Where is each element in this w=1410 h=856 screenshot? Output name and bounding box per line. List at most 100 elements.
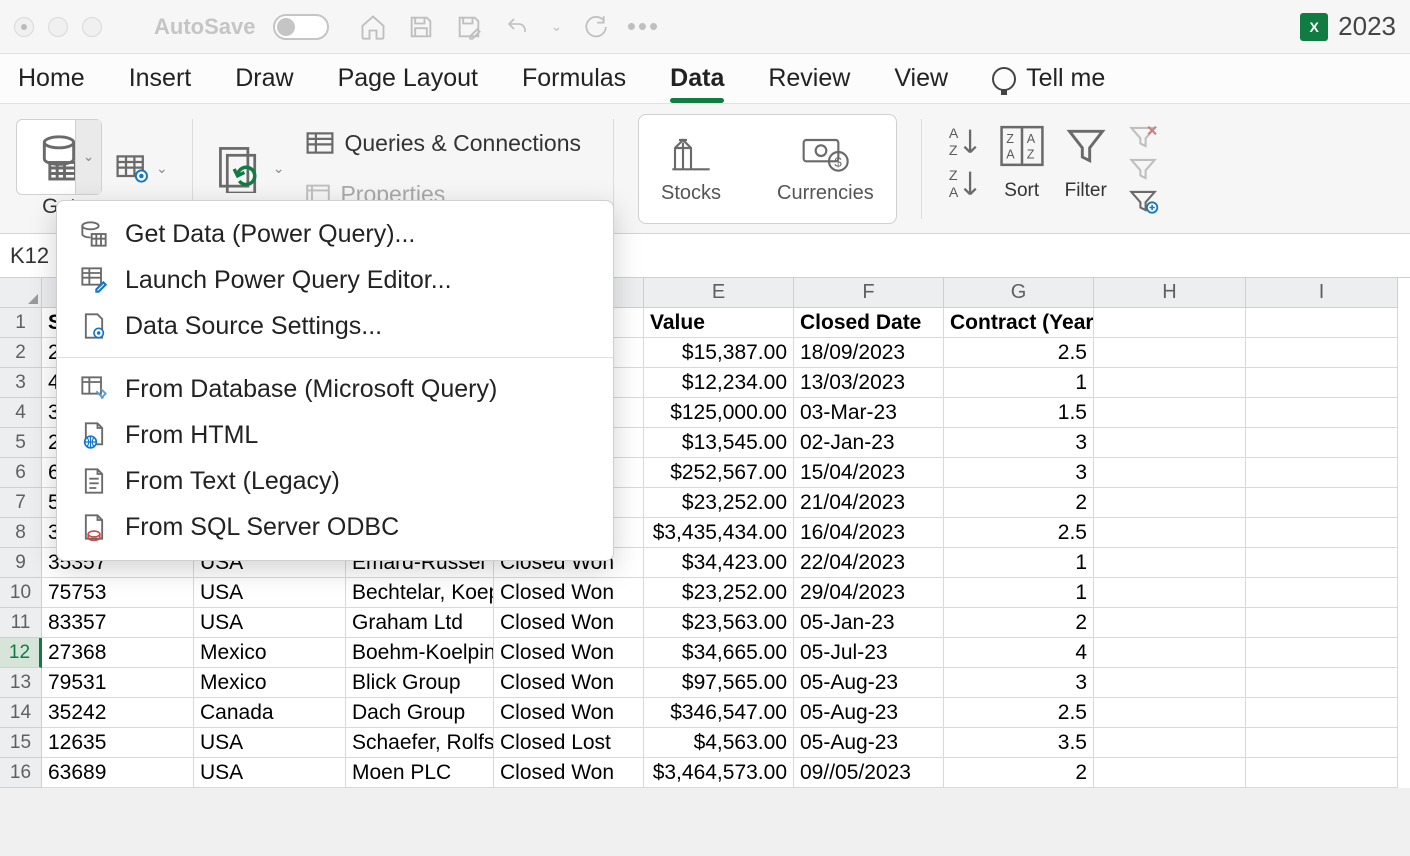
cell[interactable]: 09//05/2023 — [794, 758, 944, 788]
cell[interactable]: 05-Jan-23 — [794, 608, 944, 638]
minimize-window-button[interactable] — [48, 17, 68, 37]
row-header[interactable]: 7 — [0, 488, 42, 518]
cell[interactable]: 63689 — [42, 758, 194, 788]
cell[interactable]: 03-Mar-23 — [794, 398, 944, 428]
menu-from-text-legacy[interactable]: From Text (Legacy) — [57, 458, 613, 504]
column-header[interactable]: F — [794, 278, 944, 308]
save-edit-icon[interactable] — [451, 9, 487, 45]
select-all-corner[interactable] — [0, 278, 42, 308]
cell[interactable] — [1094, 398, 1246, 428]
cell[interactable] — [1094, 668, 1246, 698]
cell[interactable]: 05-Jul-23 — [794, 638, 944, 668]
cell[interactable]: 83357 — [42, 608, 194, 638]
row-header[interactable]: 4 — [0, 398, 42, 428]
row-header[interactable]: 13 — [0, 668, 42, 698]
menu-from-sql-server-odbc[interactable]: From SQL Server ODBC — [57, 504, 613, 550]
cell[interactable] — [1246, 368, 1398, 398]
cell[interactable]: $3,435,434.00 — [644, 518, 794, 548]
cell[interactable]: 22/04/2023 — [794, 548, 944, 578]
sort-button[interactable]: ZAAZ — [998, 124, 1046, 168]
cell[interactable]: 2.5 — [944, 518, 1094, 548]
tab-view[interactable]: View — [894, 64, 948, 93]
cell[interactable]: USA — [194, 728, 346, 758]
cell[interactable]: 75753 — [42, 578, 194, 608]
from-picture-button[interactable]: ⌄ — [116, 155, 168, 183]
cell[interactable]: 1 — [944, 368, 1094, 398]
cell[interactable] — [1094, 308, 1246, 338]
cell[interactable] — [1094, 728, 1246, 758]
cell[interactable]: Closed Won — [494, 608, 644, 638]
cell[interactable]: $23,252.00 — [644, 488, 794, 518]
cell[interactable] — [1246, 428, 1398, 458]
cell[interactable]: 05-Aug-23 — [794, 668, 944, 698]
cell[interactable]: 2 — [944, 758, 1094, 788]
cell[interactable]: $4,563.00 — [644, 728, 794, 758]
tab-formulas[interactable]: Formulas — [522, 64, 626, 93]
reapply-filter-button[interactable] — [1126, 156, 1160, 182]
cell[interactable] — [1246, 458, 1398, 488]
cell[interactable] — [1246, 578, 1398, 608]
cell[interactable] — [1094, 608, 1246, 638]
cell[interactable] — [1246, 488, 1398, 518]
cell[interactable]: $13,545.00 — [644, 428, 794, 458]
cell[interactable] — [1246, 638, 1398, 668]
cell[interactable] — [1246, 548, 1398, 578]
row-header[interactable]: 15 — [0, 728, 42, 758]
row-header[interactable]: 9 — [0, 548, 42, 578]
home-icon[interactable] — [355, 9, 391, 45]
cell[interactable]: 21/04/2023 — [794, 488, 944, 518]
row-header[interactable]: 12 — [0, 638, 42, 668]
cell[interactable]: $346,547.00 — [644, 698, 794, 728]
sort-descending-button[interactable]: ZA — [946, 166, 980, 200]
more-commands-icon[interactable]: ••• — [625, 9, 661, 45]
get-data-dropdown-arrow[interactable]: ⌄ — [75, 120, 101, 194]
cell[interactable]: $34,423.00 — [644, 548, 794, 578]
cell[interactable] — [1246, 698, 1398, 728]
cell[interactable]: 13/03/2023 — [794, 368, 944, 398]
cell[interactable]: Contract (Years) — [944, 308, 1094, 338]
menu-launch-power-query-editor[interactable]: Launch Power Query Editor... — [57, 257, 613, 303]
cell[interactable] — [1094, 578, 1246, 608]
cell[interactable]: 1 — [944, 578, 1094, 608]
row-header[interactable]: 8 — [0, 518, 42, 548]
cell[interactable]: 2.5 — [944, 338, 1094, 368]
cell[interactable]: 15/04/2023 — [794, 458, 944, 488]
cell[interactable]: USA — [194, 758, 346, 788]
cell[interactable] — [1094, 368, 1246, 398]
row-header[interactable]: 1 — [0, 308, 42, 338]
cell[interactable]: 2 — [944, 608, 1094, 638]
cell[interactable]: 1.5 — [944, 398, 1094, 428]
column-header[interactable]: G — [944, 278, 1094, 308]
cell[interactable]: $252,567.00 — [644, 458, 794, 488]
row-header[interactable]: 3 — [0, 368, 42, 398]
cell[interactable] — [1094, 698, 1246, 728]
currencies-data-type[interactable]: $ Currencies — [777, 132, 874, 205]
cell[interactable] — [1246, 608, 1398, 638]
tab-data[interactable]: Data — [670, 64, 724, 93]
row-header[interactable]: 10 — [0, 578, 42, 608]
cell[interactable]: Closed Lost — [494, 728, 644, 758]
queries-connections-button[interactable]: Queries & Connections — [298, 124, 589, 163]
redo-icon[interactable] — [577, 9, 613, 45]
menu-data-source-settings[interactable]: Data Source Settings... — [57, 303, 613, 349]
undo-icon[interactable] — [499, 9, 535, 45]
cell[interactable]: Moen PLC — [346, 758, 494, 788]
cell[interactable]: Closed Date — [794, 308, 944, 338]
cell[interactable] — [1094, 518, 1246, 548]
maximize-window-button[interactable] — [82, 17, 102, 37]
cell[interactable] — [1094, 548, 1246, 578]
cell[interactable]: Closed Won — [494, 758, 644, 788]
tab-review[interactable]: Review — [768, 64, 850, 93]
cell[interactable]: 12635 — [42, 728, 194, 758]
cell[interactable]: Schaefer, Rolfs — [346, 728, 494, 758]
cell[interactable]: Blick Group — [346, 668, 494, 698]
column-header[interactable]: I — [1246, 278, 1398, 308]
cell[interactable]: 3 — [944, 428, 1094, 458]
cell[interactable]: 4 — [944, 638, 1094, 668]
cell[interactable]: $15,387.00 — [644, 338, 794, 368]
cell[interactable]: 3 — [944, 668, 1094, 698]
cell[interactable] — [1094, 338, 1246, 368]
cell[interactable]: Closed Won — [494, 638, 644, 668]
cell[interactable] — [1094, 428, 1246, 458]
cell[interactable]: USA — [194, 608, 346, 638]
